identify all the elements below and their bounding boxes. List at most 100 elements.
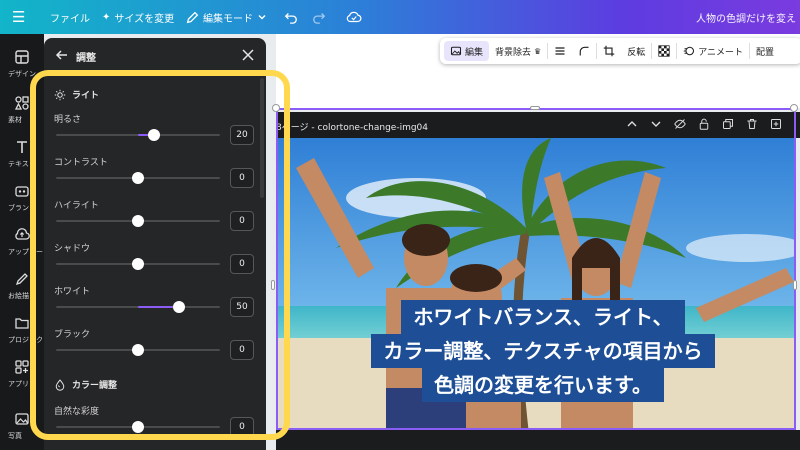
sidebar-item-label: プロジェクト	[8, 336, 44, 344]
adjust-slider[interactable]	[56, 421, 220, 433]
adjust-panel: 調整 ライト 明るさ 20 コントラスト 0 ハイライト 0 シャドウ 0 ホワイト 50 ブラック…	[44, 38, 266, 450]
sidebar-item-apps[interactable]: アプリ	[0, 358, 44, 389]
slider-value-input[interactable]: 20	[230, 125, 254, 145]
file-menu-button[interactable]: ファイル	[50, 0, 90, 34]
sidebar-item-label: アップロード	[8, 248, 44, 256]
elements-icon	[14, 96, 29, 110]
sidebar-item-label: ブランド	[8, 204, 36, 212]
sun-icon	[54, 89, 66, 100]
slider-thumb[interactable]	[132, 215, 144, 227]
add-page-icon[interactable]	[770, 118, 782, 130]
bg-remove-button[interactable]: 背景除去 ♛	[489, 41, 547, 61]
slider-thumb[interactable]	[132, 172, 144, 184]
chevron-up-icon[interactable]	[626, 118, 638, 130]
sidebar-item-photos[interactable]: 写真	[0, 410, 44, 441]
adjust-slider[interactable]	[56, 129, 220, 141]
panel-scrollbar[interactable]	[260, 78, 264, 198]
save-status-button[interactable]	[346, 0, 362, 34]
slider-thumb[interactable]	[148, 129, 161, 141]
sidebar-item-elements[interactable]: 素材	[0, 94, 44, 125]
adjust-slider[interactable]	[56, 344, 220, 356]
document-title-text: 人物の色調だけを変え	[696, 13, 796, 25]
chevron-down-icon[interactable]	[650, 118, 662, 130]
sidebar-item-label: テキスト	[8, 160, 36, 168]
resize-handle-right[interactable]	[793, 280, 797, 290]
transparency-button[interactable]	[652, 41, 676, 61]
resize-handle-top-left[interactable]	[272, 104, 280, 112]
slider-value-input[interactable]: 0	[230, 340, 254, 360]
hide-icon[interactable]	[674, 118, 686, 130]
crown-icon: ♛	[534, 46, 542, 56]
edit-label: 編集	[465, 47, 484, 58]
caption-overlay[interactable]: ホワイトバランス、ライト、 カラー調整、テクスチャの項目から 色調の変更を行いま…	[320, 300, 766, 402]
sidebar-item-design[interactable]: デザイン	[0, 48, 44, 79]
slider-value-input[interactable]: 0	[230, 254, 254, 274]
duplicate-icon[interactable]	[722, 118, 734, 130]
bg-remove-label: 背景除去	[495, 47, 532, 58]
color-section-header[interactable]: カラー調整	[54, 378, 117, 391]
edit-image-button[interactable]: 編集	[444, 41, 490, 61]
resize-label: サイズを変更	[114, 13, 175, 25]
slider-thumb[interactable]	[132, 344, 144, 356]
undo-icon	[284, 13, 297, 24]
chevron-down-icon	[258, 15, 266, 20]
page-label: 8ページ - colortone-change-img04	[276, 123, 429, 133]
border-style-button[interactable]	[548, 41, 572, 61]
slider-value-input[interactable]: 0	[230, 211, 254, 231]
edit-mode-dropdown[interactable]: 編集モード	[186, 0, 267, 34]
corner-rounding-button[interactable]	[572, 41, 596, 61]
animate-label: アニメート	[698, 47, 744, 58]
animate-button[interactable]: アニメート	[677, 41, 749, 61]
resize-handle-top[interactable]	[530, 106, 540, 110]
document-title[interactable]: 人物の色調だけを変え	[696, 0, 796, 34]
adjust-slider[interactable]	[56, 172, 220, 184]
sidebar-item-draw[interactable]: お絵描き	[0, 270, 44, 301]
slider-value-input[interactable]: 50	[230, 297, 254, 317]
context-toolbar: 編集 背景除去 ♛ 反転 アニメート 配置	[440, 38, 800, 64]
resize-handle-top-right[interactable]	[790, 104, 798, 112]
slider-value-input[interactable]: 0	[230, 417, 254, 437]
arrange-button[interactable]: 配置	[750, 41, 780, 61]
close-icon	[242, 49, 254, 61]
checkerboard-icon	[658, 45, 670, 57]
adjust-slider[interactable]	[56, 301, 220, 313]
slider-thumb[interactable]	[132, 258, 144, 270]
sidebar-item-label: 素材	[8, 116, 22, 124]
text-icon	[17, 141, 27, 153]
caption-line-1: ホワイトバランス、ライト、	[401, 300, 685, 334]
animate-icon	[683, 46, 695, 56]
resize-button[interactable]: ✦ サイズを変更	[102, 0, 174, 34]
sidebar-item-projects[interactable]: プロジェクト	[0, 314, 44, 345]
lock-icon[interactable]	[698, 118, 710, 130]
sidebar-item-text[interactable]: テキスト	[0, 138, 44, 169]
adjust-slider[interactable]	[56, 258, 220, 270]
redo-button[interactable]	[312, 0, 326, 34]
left-sidebar: デザイン 素材 テキスト ブランド アップロード お絵描き プロジェクト アプリ…	[0, 34, 44, 450]
sidebar-item-upload[interactable]: アップロード	[0, 226, 44, 257]
arrow-left-icon	[55, 50, 67, 60]
crop-button[interactable]	[597, 41, 621, 61]
slider-thumb[interactable]	[132, 421, 144, 433]
canvas-bottom-strip	[276, 430, 800, 450]
flip-button[interactable]: 反転	[621, 41, 651, 61]
menu-button[interactable]: ☰	[12, 0, 25, 34]
hamburger-icon: ☰	[12, 8, 26, 26]
caption-line-2: カラー調整、テクスチャの項目から	[371, 334, 715, 368]
slider-label: シャドウ	[54, 244, 91, 254]
adjust-slider[interactable]	[56, 215, 220, 227]
resize-handle-left[interactable]	[271, 280, 275, 290]
slider-thumb[interactable]	[173, 301, 185, 313]
back-button[interactable]	[54, 47, 70, 63]
light-section-header[interactable]: ライト	[54, 88, 99, 101]
layout-icon	[15, 50, 29, 64]
corner-icon	[579, 46, 589, 56]
sidebar-item-brand[interactable]: ブランド	[0, 182, 44, 213]
undo-button[interactable]	[284, 0, 298, 34]
trash-icon[interactable]	[746, 118, 758, 130]
page-header: 8ページ - colortone-change-img04	[276, 112, 800, 138]
close-button[interactable]	[240, 47, 256, 63]
image-edit-icon	[450, 46, 462, 56]
slider-label: 自然な彩度	[54, 407, 100, 417]
slider-value-input[interactable]: 0	[230, 168, 254, 188]
top-bar: ☰ ファイル ✦ サイズを変更 編集モード 人物の色調だけを変え	[0, 0, 800, 34]
